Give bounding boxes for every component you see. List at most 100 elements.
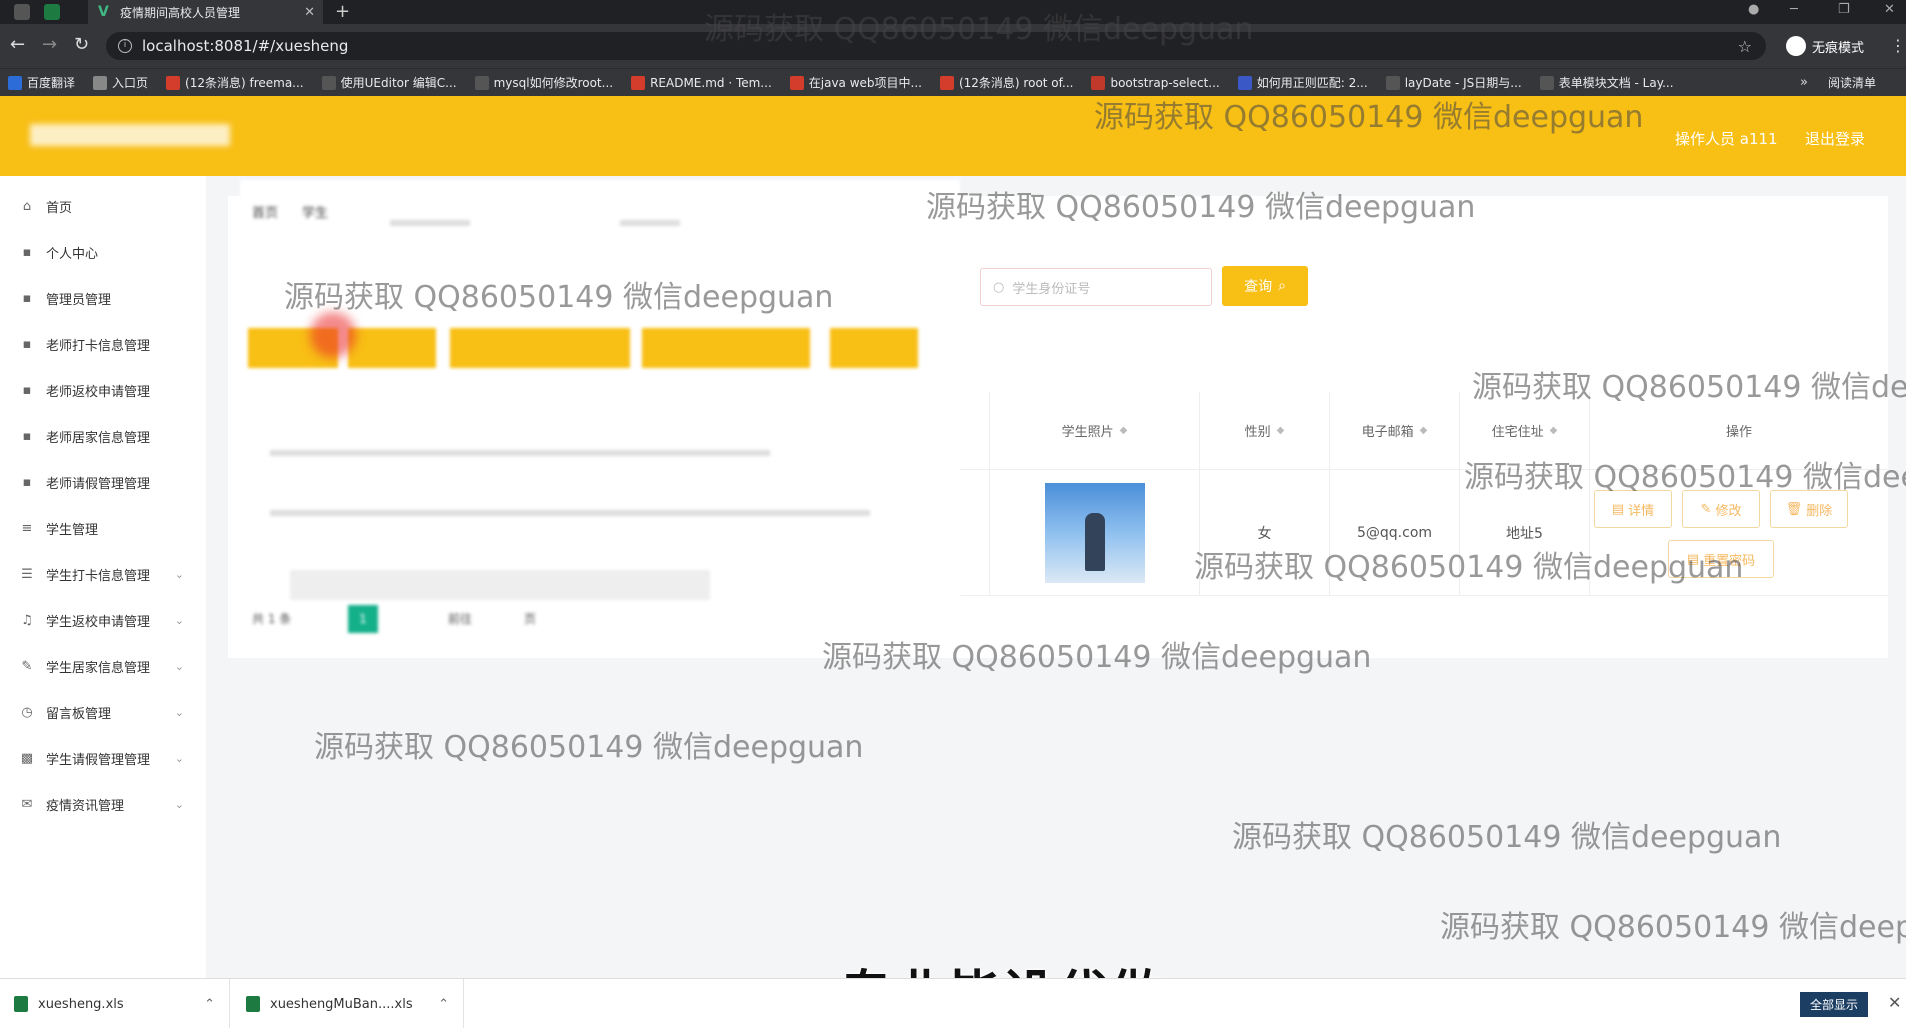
excel-tab-icon[interactable]	[44, 4, 60, 20]
sidebar-item[interactable]: ♫ 学生返校申请管理 ⌄	[0, 600, 206, 640]
overlay-page-total: 共 1 条	[252, 612, 292, 626]
tab-title: 疫情期间高校人员管理	[120, 5, 241, 20]
bookmark-item[interactable]: 百度翻译	[8, 74, 75, 91]
incognito-indicator[interactable]: 无痕模式	[1786, 36, 1864, 56]
sidebar-item-label: 老师请假管理管理	[46, 476, 151, 492]
download-filename: xueshengMuBan....xls	[270, 996, 413, 1012]
sidebar-item[interactable]: ✉ 疫情资讯管理 ⌄	[0, 784, 206, 824]
watermark: 源码获取 QQ86050149 微信deepguan	[1472, 370, 1906, 405]
bookmark-favicon-icon	[1237, 75, 1252, 90]
column-header-email[interactable]: 电子邮箱 ◆	[1330, 392, 1460, 470]
bookmark-item[interactable]: 表单模块文档 - Lay...	[1539, 74, 1674, 91]
sidebar-item[interactable]: ▪ 个人中心	[0, 232, 206, 272]
image-icon: ▩	[20, 750, 34, 766]
reading-list[interactable]: 阅读清单	[1828, 74, 1876, 91]
sidebar-item-label: 学生返校申请管理	[46, 614, 151, 630]
sidebar-item-label: 管理员管理	[46, 292, 112, 308]
column-header-photo[interactable]: 学生照片 ◆	[990, 392, 1200, 470]
restore-icon[interactable]: ❐	[1838, 2, 1850, 17]
column-label: 电子邮箱	[1361, 425, 1414, 440]
sidebar-item[interactable]: ⌂ 首页	[0, 186, 206, 226]
detail-label: 详情	[1628, 503, 1655, 519]
chevron-down-icon[interactable]: ⌄	[175, 614, 184, 627]
student-id-search-input[interactable]: ○ 学生身份证号	[980, 268, 1212, 306]
watermark: 源码获取 QQ86050149 微信deepguan	[1232, 820, 1782, 855]
close-tab-icon[interactable]: ✕	[304, 5, 315, 20]
chevron-down-icon[interactable]: ⌄	[175, 660, 184, 673]
sidebar-item[interactable]: ▪ 管理员管理	[0, 278, 206, 318]
vue-logo-icon: V	[98, 4, 109, 20]
bookmark-item[interactable]: README.md · Tem...	[631, 75, 772, 90]
sort-icon[interactable]: ◆	[1550, 425, 1558, 436]
new-tab-icon[interactable]: +	[335, 1, 350, 22]
bookmark-item[interactable]: 使用UEditor 编辑C...	[321, 74, 457, 91]
sidebar-item-label: 首页	[46, 200, 73, 216]
download-item[interactable]: xueshengMuBan....xls ⌃	[232, 979, 464, 1028]
chevron-down-icon[interactable]: ⌄	[175, 568, 184, 581]
download-item[interactable]: xuesheng.xls ⌃	[0, 979, 230, 1028]
column-header-gender[interactable]: 性别 ◆	[1200, 392, 1330, 470]
close-window-icon[interactable]: ✕	[1884, 2, 1895, 17]
sidebar-item[interactable]: ▪ 老师打卡信息管理	[0, 324, 206, 364]
reload-icon[interactable]: ↻	[74, 36, 89, 54]
bookmark-item[interactable]: 如何用正则匹配: 2...	[1237, 74, 1368, 91]
sort-icon[interactable]: ◆	[1420, 425, 1428, 436]
forward-icon[interactable]: →	[42, 36, 57, 54]
person-figure	[1084, 512, 1105, 571]
bookmark-star-icon[interactable]: ☆	[1738, 37, 1752, 56]
sidebar-item[interactable]: ☰ 学生打卡信息管理 ⌄	[0, 554, 206, 594]
chevron-down-icon[interactable]: ⌄	[175, 706, 184, 719]
sidebar-item[interactable]: ≡ 学生管理	[0, 508, 206, 548]
incognito-icon	[1786, 36, 1806, 56]
sidebar-item[interactable]: ▪ 老师请假管理管理	[0, 462, 206, 502]
chevron-down-icon[interactable]: ⌄	[175, 798, 184, 811]
watermark: 源码获取 QQ86050149 微信deepguan	[1440, 910, 1906, 945]
search-icon: ○	[993, 279, 1005, 295]
active-tab[interactable]: V 疫情期间高校人员管理 ✕	[88, 0, 323, 24]
bookmark-favicon-icon	[1539, 75, 1554, 90]
delete-icon: 🗑	[1785, 501, 1803, 517]
overlay-page-goto: 前往	[448, 612, 473, 626]
bookmark-item[interactable]: (12条消息) root of...	[939, 74, 1073, 91]
bookmark-favicon-icon	[166, 75, 181, 90]
minimize-icon[interactable]: ─	[1790, 2, 1798, 17]
bookmark-item[interactable]: bootstrap-select...	[1091, 75, 1220, 90]
edit-label: 修改	[1715, 503, 1742, 519]
browser-menu-icon[interactable]	[14, 4, 30, 20]
chevron-up-icon[interactable]: ⌃	[204, 997, 215, 1012]
bookmark-label: 在java web项目中...	[808, 76, 922, 90]
sidebar-item[interactable]: ▪ 老师返校申请管理	[0, 370, 206, 410]
sidebar-item[interactable]: ✎ 学生居家信息管理 ⌄	[0, 646, 206, 686]
admin-icon: ▪	[22, 290, 32, 306]
sidebar-item[interactable]: ▪ 老师居家信息管理	[0, 416, 206, 456]
student-icon: ≡	[21, 520, 33, 536]
chrome-menu-icon[interactable]: ⋮	[1890, 36, 1906, 55]
user-icon: ▪	[22, 244, 32, 260]
query-button[interactable]: 查询 ⌕	[1222, 266, 1308, 306]
watermark: 源码获取 QQ86050149 微信deepguan	[1094, 100, 1644, 135]
bookmark-favicon-icon	[93, 75, 108, 90]
sidebar-item[interactable]: ◷ 留言板管理 ⌄	[0, 692, 206, 732]
sidebar-item-label: 学生居家信息管理	[46, 660, 151, 676]
close-download-bar-icon[interactable]: ✕	[1888, 993, 1901, 1012]
bookmark-item[interactable]: 入口页	[93, 74, 148, 91]
bookmark-label: layDate - JS日期与...	[1404, 76, 1522, 90]
sidebar-item[interactable]: ▩ 学生请假管理管理 ⌄	[0, 738, 206, 778]
site-info-icon[interactable]: i	[118, 39, 132, 53]
chevron-down-icon[interactable]: ⌄	[175, 752, 184, 765]
sort-icon[interactable]: ◆	[1277, 425, 1285, 436]
student-photo[interactable]	[1044, 482, 1145, 583]
overlay-button	[348, 328, 436, 368]
chevron-up-icon[interactable]: ⌃	[438, 997, 449, 1012]
bookmark-item[interactable]: 在java web项目中...	[789, 74, 922, 91]
bookmark-item[interactable]: (12条消息) freema...	[166, 74, 304, 91]
logout-link[interactable]: 退出登录	[1805, 128, 1865, 149]
bookmark-item[interactable]: layDate - JS日期与...	[1385, 74, 1522, 91]
more-bookmarks-icon[interactable]: »	[1800, 75, 1808, 90]
overlay-button	[830, 328, 918, 368]
back-icon[interactable]: ←	[10, 36, 25, 54]
sort-icon[interactable]: ◆	[1120, 425, 1128, 436]
show-all-downloads-button[interactable]: 全部显示	[1800, 992, 1869, 1017]
bookmark-item[interactable]: mysql如何修改root...	[474, 74, 613, 91]
profile-dot-icon[interactable]: ●	[1748, 2, 1759, 17]
